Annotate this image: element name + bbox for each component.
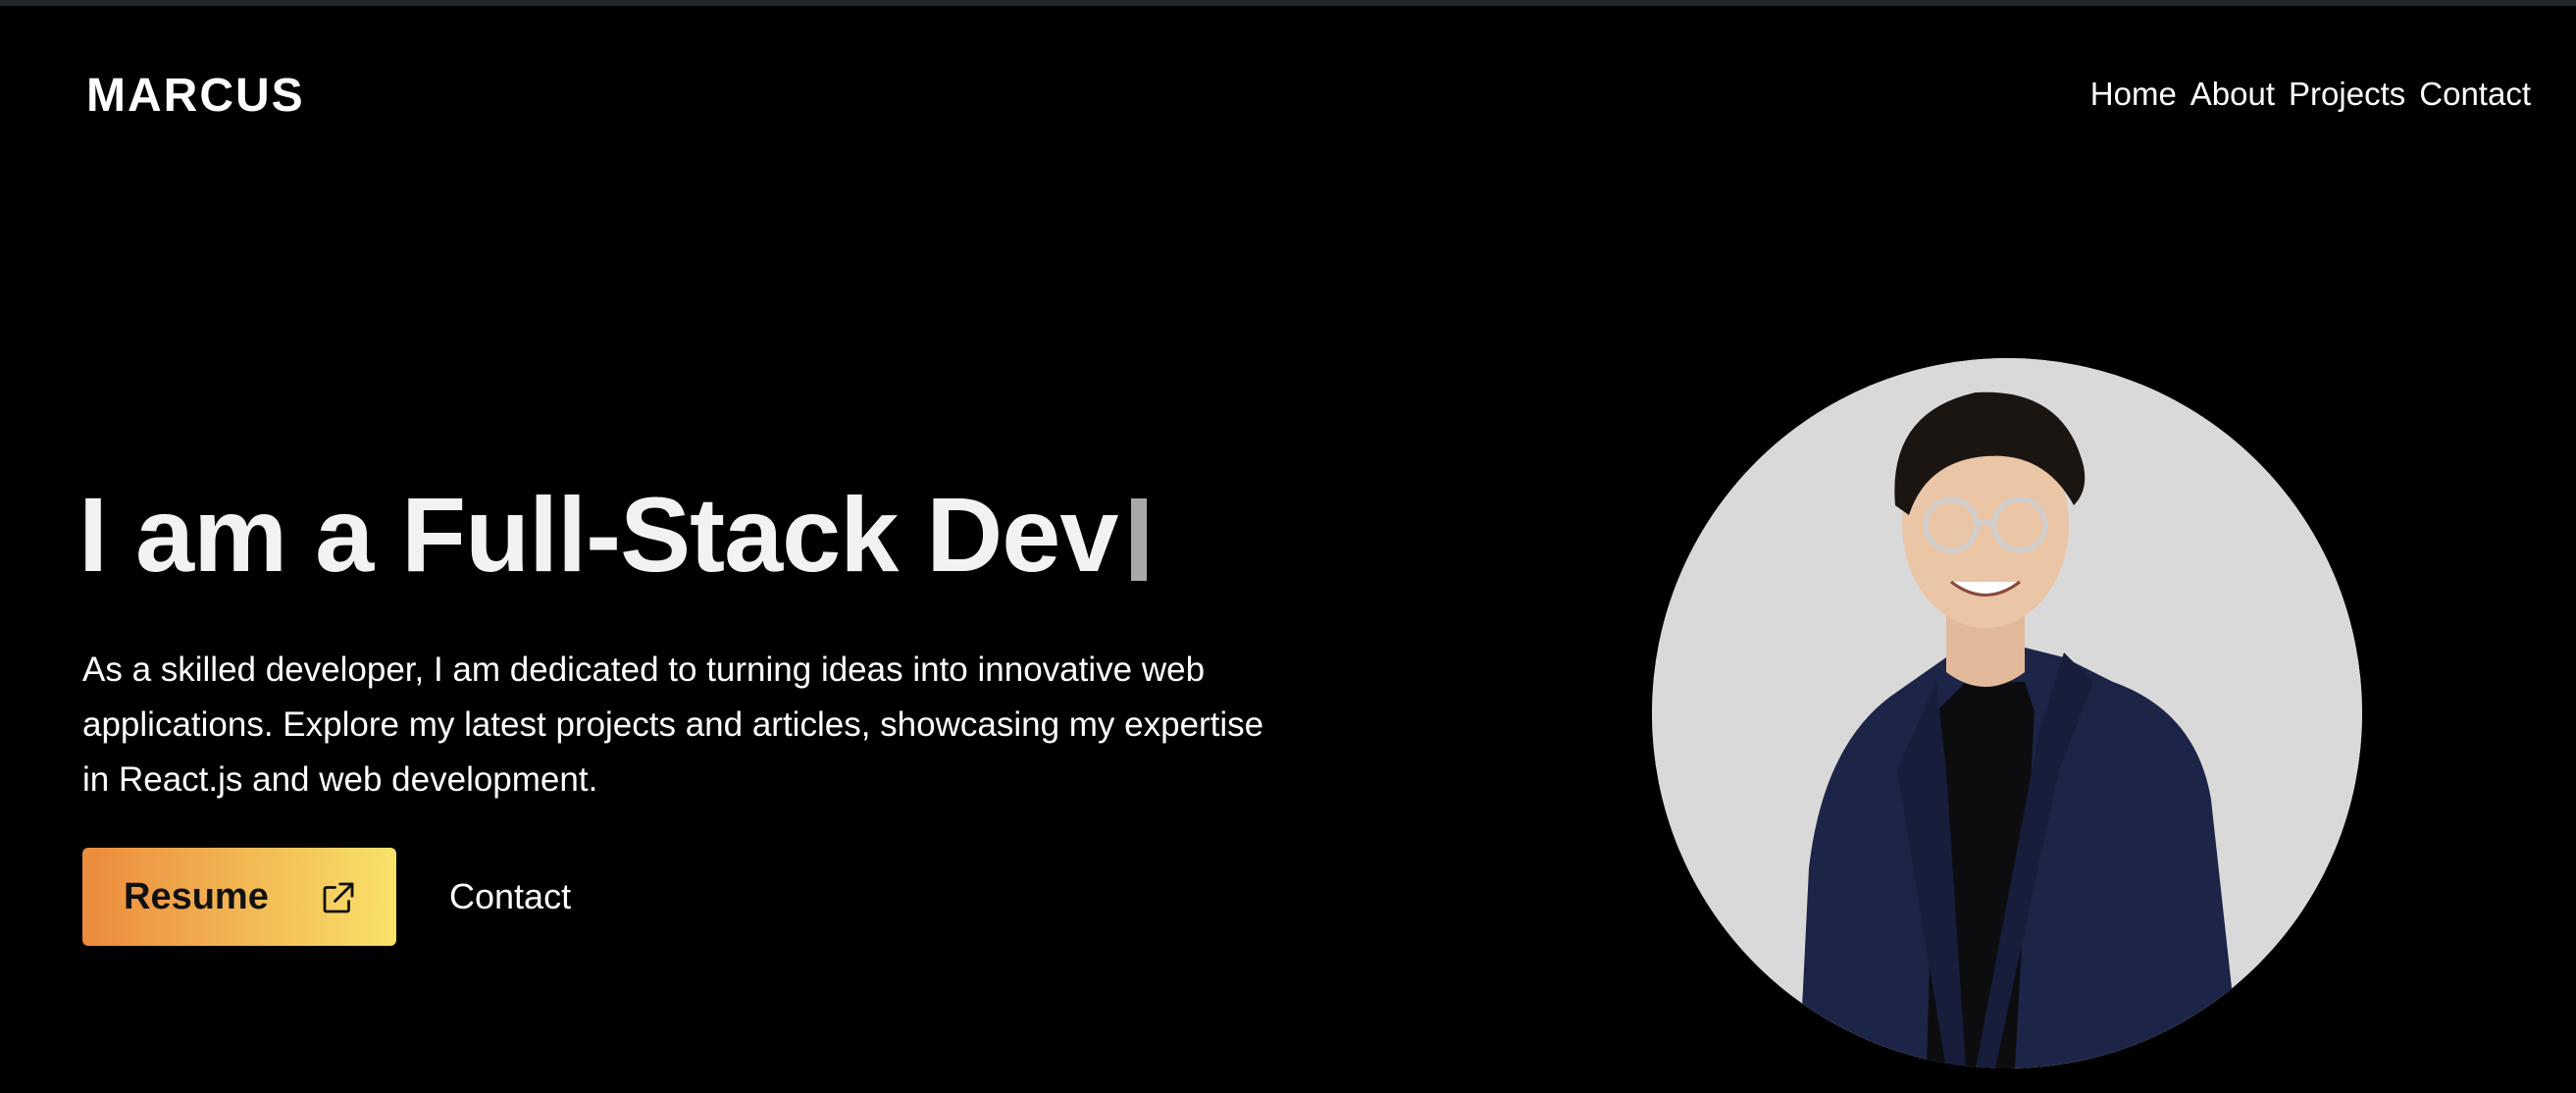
nav-item-projects[interactable]: Projects — [2289, 75, 2405, 114]
hero-headline: I am a Full-Stack Dev — [78, 471, 1148, 599]
brand-logo[interactable]: MARCUS — [86, 69, 305, 123]
nav-item-contact[interactable]: Contact — [2419, 75, 2531, 114]
window-top-border — [0, 0, 2576, 6]
nav-item-home[interactable]: Home — [2090, 75, 2177, 114]
hero-headline-text: I am a Full-Stack Dev — [78, 475, 1118, 594]
profile-photo — [1652, 358, 2362, 1068]
resume-button[interactable]: Resume — [82, 848, 396, 946]
typing-caret — [1131, 498, 1148, 581]
external-link-icon — [323, 882, 354, 913]
nav-item-about[interactable]: About — [2190, 75, 2275, 114]
resume-button-label: Resume — [124, 875, 269, 917]
hero-description: As a skilled developer, I am dedicated t… — [82, 651, 1264, 799]
contact-button[interactable]: Contact — [449, 871, 571, 922]
portrait-illustration — [1652, 358, 2362, 1068]
main-nav: Home About Projects Contact — [2090, 75, 2531, 114]
